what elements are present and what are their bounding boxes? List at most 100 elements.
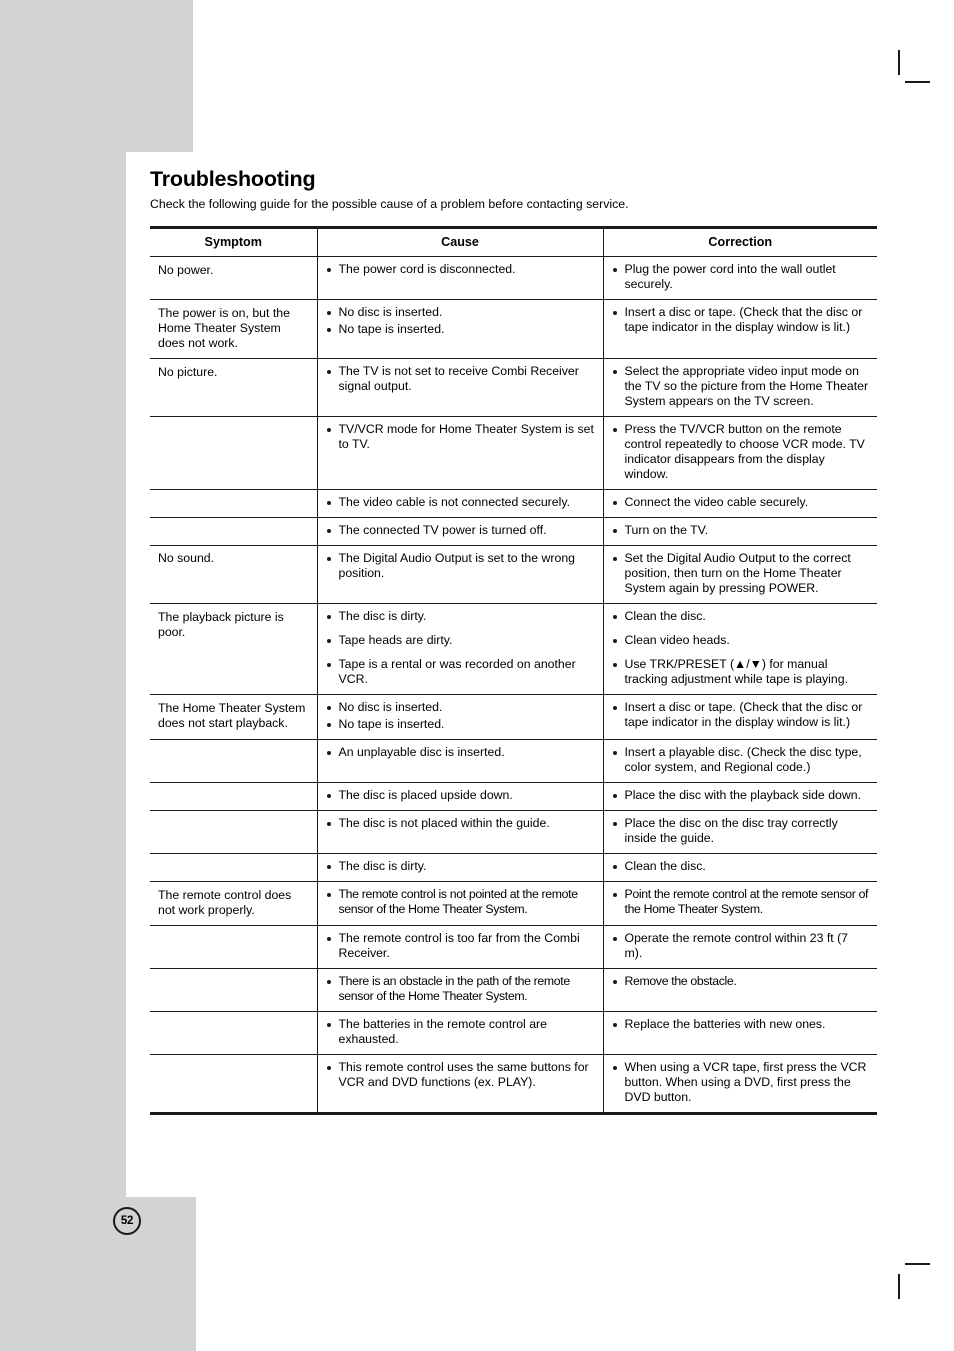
symptom-cell-continuation (150, 739, 317, 783)
page-tab-block-top (0, 0, 193, 152)
symptom-cell: The Home Theater System does not start p… (150, 694, 317, 740)
symptom-text: The playback picture is poor. (158, 610, 284, 639)
cause-cell: An unplayable disc is inserted. (316, 739, 603, 783)
correction-cell: Set the Digital Audio Output to the corr… (602, 545, 877, 604)
table-row: The remote control is too far from the C… (150, 925, 877, 969)
bullet-list: Plug the power cord into the wall outlet… (612, 262, 870, 292)
table-body: No power. The power cord is disconnected.… (150, 256, 877, 1115)
correction-cell: Clean the disc. (602, 853, 877, 882)
cause-cell: The remote control is too far from the C… (316, 925, 603, 969)
cause-cell: The power cord is disconnected. (316, 256, 603, 300)
bullet-item: The video cable is not connected securel… (326, 495, 595, 510)
table-row: The power is on, but the Home Theater Sy… (150, 299, 877, 359)
bullet-item: Connect the video cable securely. (612, 495, 870, 510)
symptom-cell: No sound. (150, 545, 317, 604)
bullet-list: Insert a playable disc. (Check the disc … (612, 745, 870, 775)
bullet-list: The connected TV power is turned off. (326, 523, 595, 538)
symptom-text (158, 745, 309, 746)
bullet-list: No disc is inserted. No tape is inserted. (326, 700, 595, 732)
bullet-item: Press the TV/VCR button on the remote co… (612, 422, 870, 482)
bullet-item: Set the Digital Audio Output to the corr… (612, 551, 870, 596)
symptom-cell: No picture. (150, 358, 317, 417)
table-row: TV/VCR mode for Home Theater System is s… (150, 416, 877, 490)
correction-cell: Turn on the TV. (602, 517, 877, 546)
bullet-list: When using a VCR tape, first press the V… (612, 1060, 870, 1105)
table-row: No picture. The TV is not set to receive … (150, 358, 877, 417)
correction-cell: Point the remote control at the remote s… (602, 881, 877, 926)
table-row: An unplayable disc is inserted. Insert a … (150, 739, 877, 783)
bullet-list: Turn on the TV. (612, 523, 870, 538)
bullet-item: When using a VCR tape, first press the V… (612, 1060, 870, 1105)
bullet-list: Replace the batteries with new ones. (612, 1017, 870, 1032)
bullet-list: An unplayable disc is inserted. (326, 745, 595, 760)
symptom-text: The Home Theater System does not start p… (158, 701, 306, 730)
table-row: No sound. The Digital Audio Output is set… (150, 545, 877, 604)
symptom-cell-continuation (150, 517, 317, 546)
bullet-list: No disc is inserted. No tape is inserted. (326, 305, 595, 337)
bullet-list: The power cord is disconnected. (326, 262, 595, 277)
table-row: The video cable is not connected securel… (150, 489, 877, 518)
bullet-list: The TV is not set to receive Combi Recei… (326, 364, 595, 394)
page-tab-strip-left (0, 152, 126, 1197)
symptom-text: No sound. (158, 551, 215, 565)
symptom-text: The remote control does not work properl… (158, 888, 292, 917)
cause-cell: The disc is dirty. Tape heads are dirty. T… (316, 603, 603, 695)
bullet-item: Insert a disc or tape. (Check that the d… (612, 305, 870, 335)
symptom-text (158, 816, 309, 817)
crop-mark-bottom-right-vertical (898, 1274, 900, 1299)
table-row: There is an obstacle in the path of the … (150, 968, 877, 1012)
table-header-row: Symptom Cause Correction (150, 226, 877, 257)
column-header-symptom: Symptom (150, 226, 317, 257)
cause-cell: This remote control uses the same button… (316, 1054, 603, 1115)
bullet-item: No disc is inserted. (326, 700, 595, 715)
bullet-list: There is an obstacle in the path of the … (326, 974, 595, 1004)
symptom-text (158, 974, 309, 975)
bullet-list: Press the TV/VCR button on the remote co… (612, 422, 870, 482)
bullet-item: Select the appropriate video input mode … (612, 364, 870, 409)
cause-cell: The disc is dirty. (316, 853, 603, 882)
cause-cell: The Digital Audio Output is set to the w… (316, 545, 603, 604)
bullet-list: The remote control is not pointed at the… (326, 887, 595, 917)
symptom-text (158, 859, 309, 860)
troubleshooting-table: Symptom Cause Correction No power. The po… (150, 226, 877, 1115)
correction-cell: Clean the disc. Clean video heads. Use TRK… (602, 603, 877, 695)
table-row: This remote control uses the same button… (150, 1054, 877, 1115)
bullet-list: Place the disc with the playback side do… (612, 788, 870, 803)
symptom-cell: The power is on, but the Home Theater Sy… (150, 299, 317, 359)
table-row: The connected TV power is turned off. Tur… (150, 517, 877, 546)
symptom-text (158, 523, 309, 524)
symptom-text: No picture. (158, 365, 218, 379)
bullet-list: Operate the remote control within 23 ft … (612, 931, 870, 961)
bullet-item: Clean video heads. (612, 633, 870, 648)
bullet-item: Replace the batteries with new ones. (612, 1017, 870, 1032)
symptom-cell-continuation (150, 1011, 317, 1055)
correction-cell: Press the TV/VCR button on the remote co… (602, 416, 877, 490)
cause-cell: TV/VCR mode for Home Theater System is s… (316, 416, 603, 490)
table-row: The disc is placed upside down. Place the… (150, 782, 877, 811)
bullet-item: Insert a playable disc. (Check the disc … (612, 745, 870, 775)
symptom-cell-continuation (150, 968, 317, 1012)
bullet-list: The remote control is too far from the C… (326, 931, 595, 961)
bullet-item: Clean the disc. (612, 859, 870, 874)
symptom-text: No power. (158, 263, 214, 277)
bullet-item: The power cord is disconnected. (326, 262, 595, 277)
bullet-list: The disc is not placed within the guide. (326, 816, 595, 831)
table-row: The batteries in the remote control are … (150, 1011, 877, 1055)
cause-cell: The video cable is not connected securel… (316, 489, 603, 518)
bullet-item: Tape is a rental or was recorded on anot… (326, 657, 595, 687)
crop-mark-bottom-right-horizontal (905, 1263, 930, 1265)
symptom-text (158, 931, 309, 932)
symptom-text (158, 788, 309, 789)
cause-cell: The TV is not set to receive Combi Recei… (316, 358, 603, 417)
table-row: The remote control does not work properl… (150, 881, 877, 926)
correction-cell: When using a VCR tape, first press the V… (602, 1054, 877, 1115)
bullet-item: Use TRK/PRESET (▲/▼) for manual tracking… (612, 657, 870, 687)
table-row: The disc is dirty. Clean the disc. (150, 853, 877, 882)
column-header-cause: Cause (316, 226, 603, 257)
cause-cell: The connected TV power is turned off. (316, 517, 603, 546)
bullet-list: The Digital Audio Output is set to the w… (326, 551, 595, 581)
cause-cell: The disc is placed upside down. (316, 782, 603, 811)
bullet-list: TV/VCR mode for Home Theater System is s… (326, 422, 595, 452)
correction-cell: Place the disc with the playback side do… (602, 782, 877, 811)
symptom-cell-continuation (150, 416, 317, 490)
